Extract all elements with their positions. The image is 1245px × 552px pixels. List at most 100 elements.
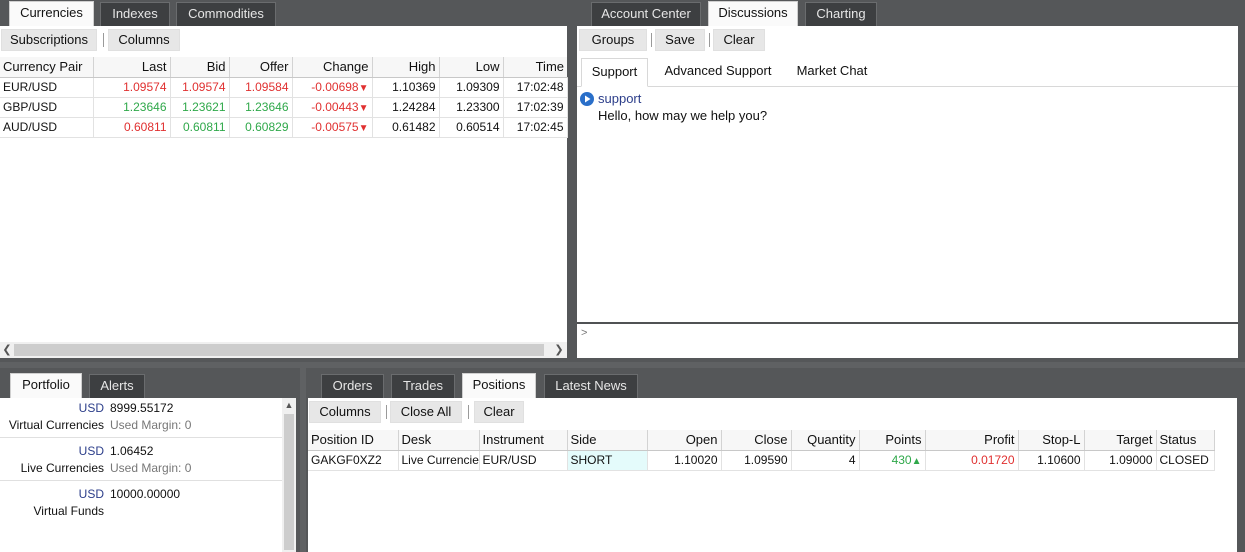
tab-discussions[interactable]: Discussions [708,1,798,26]
points-value: 430 [891,453,912,467]
cell-last: 0.60811 [93,117,171,138]
toolbar-separator [103,33,104,47]
chat-sender: support [598,91,642,106]
table-row[interactable]: AUD/USD 0.60811 0.60811 0.60829 -0.00575… [0,117,568,138]
cell-offer: 1.09584 [229,77,293,98]
cell-time: 17:02:48 [503,77,568,98]
table-row[interactable]: GBP/USD 1.23646 1.23621 1.23646 -0.00443… [0,97,568,118]
positions-clear-button[interactable]: Clear [474,401,524,423]
cell-low: 0.60514 [439,117,504,138]
col-header-points[interactable]: Points [859,430,926,451]
table-row[interactable]: GAKGF0XZ2 Live Currencies EUR/USD SHORT … [308,450,1215,471]
tab-latest-news[interactable]: Latest News [544,374,638,398]
tab-alerts[interactable]: Alerts [89,374,145,398]
positions-body: Columns Close All Clear Position ID Desk… [308,398,1237,552]
cell-change: -0.00443▼ [292,97,373,118]
chat-input-area[interactable]: > [577,322,1238,358]
col-header-target[interactable]: Target [1084,430,1157,451]
col-header-bid[interactable]: Bid [170,57,230,78]
col-header-high[interactable]: High [372,57,440,78]
tab-currencies[interactable]: Currencies [9,1,94,26]
cell-stop-loss: 1.10600 [1018,450,1085,471]
col-header-desk[interactable]: Desk [398,430,480,451]
quotes-tabbar: Currencies Indexes Commodities [0,0,570,26]
positions-table: Position ID Desk Instrument Side Open Cl… [308,430,1215,471]
col-header-quantity[interactable]: Quantity [791,430,860,451]
arrow-down-icon: ▼ [358,83,369,94]
subscriptions-button[interactable]: Subscriptions [1,29,97,51]
tab-trades[interactable]: Trades [391,374,455,398]
scrollbar-thumb[interactable] [14,344,544,356]
col-header-offer[interactable]: Offer [229,57,293,78]
col-header-instrument[interactable]: Instrument [479,430,568,451]
cell-pair: AUD/USD [0,117,94,138]
subtab-support[interactable]: Support [581,58,648,87]
chat-message-text: Hello, how may we help you? [598,108,768,123]
portfolio-currency: USD [78,487,104,501]
tab-portfolio[interactable]: Portfolio [10,373,82,398]
change-value: -0.00698 [311,80,359,94]
cell-change: -0.00698▼ [292,77,373,98]
portfolio-name: Virtual Funds [33,504,104,518]
portfolio-item[interactable]: USD 8999.55172 Virtual Currencies Used M… [0,398,282,438]
portfolio-item[interactable]: USD 10000.00000 Virtual Funds [0,484,282,524]
col-header-change[interactable]: Change [292,57,373,78]
portfolio-currency: USD [78,401,104,415]
col-header-status[interactable]: Status [1156,430,1215,451]
cell-time: 17:02:39 [503,97,568,118]
positions-tabbar: Orders Trades Positions Latest News [306,368,1245,398]
discussion-subtabs: Support Advanced Support Market Chat [577,57,1238,87]
groups-button[interactable]: Groups [579,29,647,51]
scroll-right-icon[interactable]: ❯ [553,342,565,358]
tab-commodities[interactable]: Commodities [176,2,276,26]
positions-columns-button[interactable]: Columns [309,401,381,423]
cell-position-id: GAKGF0XZ2 [308,450,399,471]
col-header-low[interactable]: Low [439,57,504,78]
save-button[interactable]: Save [655,29,705,51]
cell-offer: 1.23646 [229,97,293,118]
cell-high: 1.24284 [372,97,440,118]
portfolio-item[interactable]: USD 1.06452 Live Currencies Used Margin:… [0,441,282,481]
subtab-market-chat[interactable]: Market Chat [787,58,877,86]
discussions-panel: Account Center Discussions Charting Grou… [575,0,1245,362]
col-header-currency-pair[interactable]: Currency Pair [0,57,94,78]
col-header-profit[interactable]: Profit [925,430,1019,451]
play-circle-icon [580,92,594,106]
scrollbar-thumb[interactable] [284,414,294,550]
quotes-panel: Currencies Indexes Commodities Subscript… [0,0,570,362]
horizontal-scrollbar[interactable]: ❮ ❯ [0,342,567,358]
scroll-left-icon[interactable]: ❮ [1,342,13,358]
clear-button[interactable]: Clear [713,29,765,51]
table-row[interactable]: EUR/USD 1.09574 1.09574 1.09584 -0.00698… [0,77,568,98]
col-header-time[interactable]: Time [503,57,567,78]
subtab-advanced-support[interactable]: Advanced Support [657,58,779,86]
tab-indexes[interactable]: Indexes [100,2,170,26]
tab-orders[interactable]: Orders [321,374,384,398]
tab-account-center[interactable]: Account Center [591,2,701,26]
cell-bid: 1.23621 [170,97,230,118]
scroll-up-icon[interactable]: ▲ [282,398,296,412]
discussions-tabbar: Account Center Discussions Charting [575,0,1245,26]
col-header-close[interactable]: Close [721,430,792,451]
col-header-last[interactable]: Last [93,57,171,78]
arrow-down-icon: ▼ [358,123,369,134]
cell-target: 1.09000 [1084,450,1157,471]
cell-profit: 0.01720 [925,450,1019,471]
cell-high: 1.10369 [372,77,440,98]
chat-input-prompt: > [581,327,588,339]
quotes-table: Currency Pair Last Bid Offer Change High… [0,57,568,138]
portfolio-vertical-scrollbar[interactable]: ▲ [282,398,296,552]
portfolio-panel: Portfolio Alerts USD 8999.55172 Virtual … [0,368,300,552]
col-header-side[interactable]: Side [567,430,648,451]
tab-positions[interactable]: Positions [462,373,536,398]
tab-charting[interactable]: Charting [805,2,877,26]
close-all-button[interactable]: Close All [390,401,462,423]
col-header-stop-loss[interactable]: Stop-L [1018,430,1085,451]
col-header-position-id[interactable]: Position ID [308,430,399,451]
portfolio-tabbar: Portfolio Alerts [0,368,300,398]
cell-low: 1.09309 [439,77,504,98]
cell-pair: GBP/USD [0,97,94,118]
columns-button[interactable]: Columns [108,29,180,51]
portfolio-amount: 10000.00000 [110,487,181,501]
col-header-open[interactable]: Open [647,430,722,451]
